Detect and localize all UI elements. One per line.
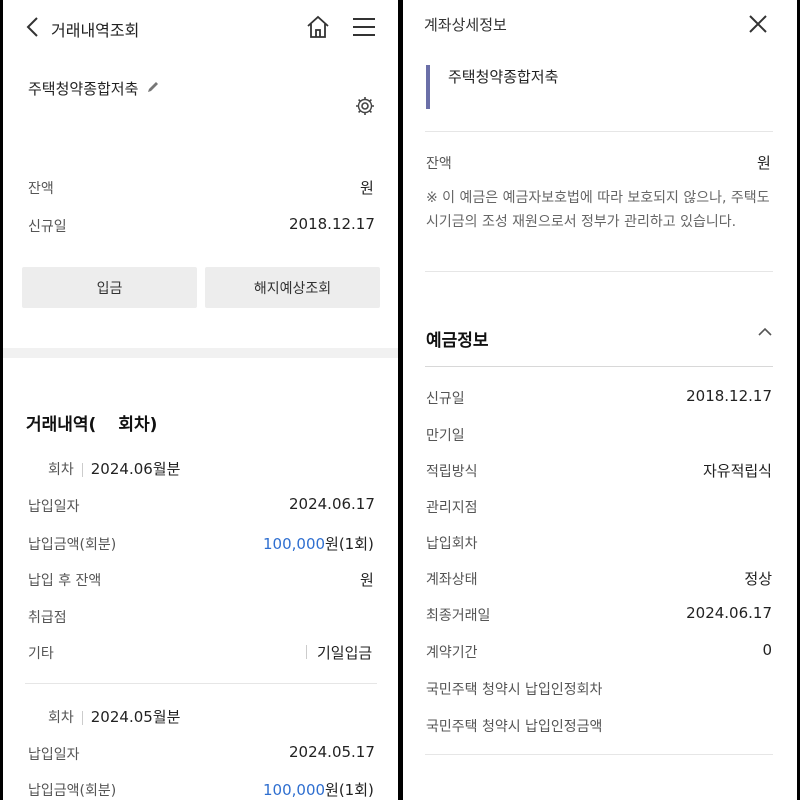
deposit-info-title: 예금정보 xyxy=(426,331,489,351)
info-label: 신규일 xyxy=(426,391,465,407)
info-label: 관리지점 xyxy=(426,500,478,516)
pay-date-label: 납입일자 xyxy=(28,499,80,515)
back-button[interactable] xyxy=(25,16,41,38)
divider xyxy=(425,271,773,272)
detail-balance-unit: 원 xyxy=(757,154,771,172)
etc-value: 기일입금 xyxy=(317,644,373,662)
info-label: 계약기간 xyxy=(426,645,478,661)
pencil-icon xyxy=(148,82,158,92)
after-balance-label: 납입 후 잔액 xyxy=(28,573,102,589)
info-label: 계좌상태 xyxy=(426,572,478,588)
pay-date-label: 납입일자 xyxy=(28,747,80,763)
detail-account-name: 주택청약종합저축 xyxy=(448,68,559,86)
page-title: 거래내역조회 xyxy=(51,21,140,40)
menu-button[interactable] xyxy=(351,16,377,38)
divider xyxy=(425,366,773,367)
gear-icon xyxy=(356,97,374,115)
round-row: 회차 2024.06월분 xyxy=(48,460,181,478)
home-button[interactable] xyxy=(305,14,331,40)
chevron-up-icon xyxy=(758,327,772,336)
edit-name-button[interactable] xyxy=(146,80,160,94)
collapse-section-button[interactable] xyxy=(758,327,772,337)
divider xyxy=(425,754,773,755)
after-balance-unit: 원 xyxy=(360,571,374,589)
deposit-button[interactable]: 입금 xyxy=(22,267,197,308)
info-value: 2024.06.17 xyxy=(686,604,772,622)
amount-value: 100,000원(1회) xyxy=(263,535,374,553)
transaction-history-screen: 거래내역조회 주택청약종합저축 잔액 원 신규일 2018.12.17 입금 해… xyxy=(3,0,398,800)
hamburger-icon xyxy=(353,18,375,36)
round-row: 회차 2024.05월분 xyxy=(48,708,181,726)
pay-date-value: 2024.05.17 xyxy=(289,743,375,761)
account-accent-bar xyxy=(426,65,430,109)
settings-button[interactable] xyxy=(354,95,376,117)
info-label: 납입회차 xyxy=(426,536,478,552)
info-value: 2018.12.17 xyxy=(686,387,772,405)
divider xyxy=(425,131,773,132)
amount-label: 납입금액(회분) xyxy=(28,537,117,553)
open-date-value: 2018.12.17 xyxy=(289,215,375,233)
account-detail-screen: 계좌상세정보 주택청약종합저축 잔액 원 ※ 이 예금은 예금자보호법에 따라 … xyxy=(403,0,797,800)
account-name: 주택청약종합저축 xyxy=(28,80,139,98)
chevron-left-icon xyxy=(26,17,38,37)
info-value: 자유적립식 xyxy=(702,462,772,480)
etc-label: 기타 xyxy=(28,646,54,662)
protection-notice: ※ 이 예금은 예금자보호법에 따라 보호되지 않으나, 주택도시기금의 조성 … xyxy=(426,190,770,230)
branch-label: 취급점 xyxy=(28,610,67,626)
info-label: 최종거래일 xyxy=(426,608,491,624)
info-label: 만기일 xyxy=(426,428,465,444)
detail-balance-label: 잔액 xyxy=(426,156,452,172)
entry-divider xyxy=(25,683,377,684)
termination-estimate-button[interactable]: 해지예상조회 xyxy=(205,267,380,308)
close-button[interactable] xyxy=(747,13,769,35)
amount-value: 100,000원(1회) xyxy=(263,781,374,799)
info-label: 적립방식 xyxy=(426,464,478,480)
close-icon xyxy=(749,15,767,33)
info-value: 정상 xyxy=(744,570,772,588)
amount-label: 납입금액(회분) xyxy=(28,783,117,799)
info-value: 0 xyxy=(762,641,772,659)
history-title: 거래내역(회차) xyxy=(26,415,158,435)
home-icon xyxy=(307,15,329,38)
pay-date-value: 2024.06.17 xyxy=(289,495,375,513)
balance-unit: 원 xyxy=(360,179,374,197)
info-label: 국민주택 청약시 납입인정금액 xyxy=(426,719,603,735)
balance-label: 잔액 xyxy=(28,181,54,197)
open-date-label: 신규일 xyxy=(28,219,67,235)
section-divider xyxy=(3,348,398,358)
info-label: 국민주택 청약시 납입인정회차 xyxy=(426,682,603,698)
detail-title: 계좌상세정보 xyxy=(424,16,507,34)
etc-separator xyxy=(306,645,307,659)
